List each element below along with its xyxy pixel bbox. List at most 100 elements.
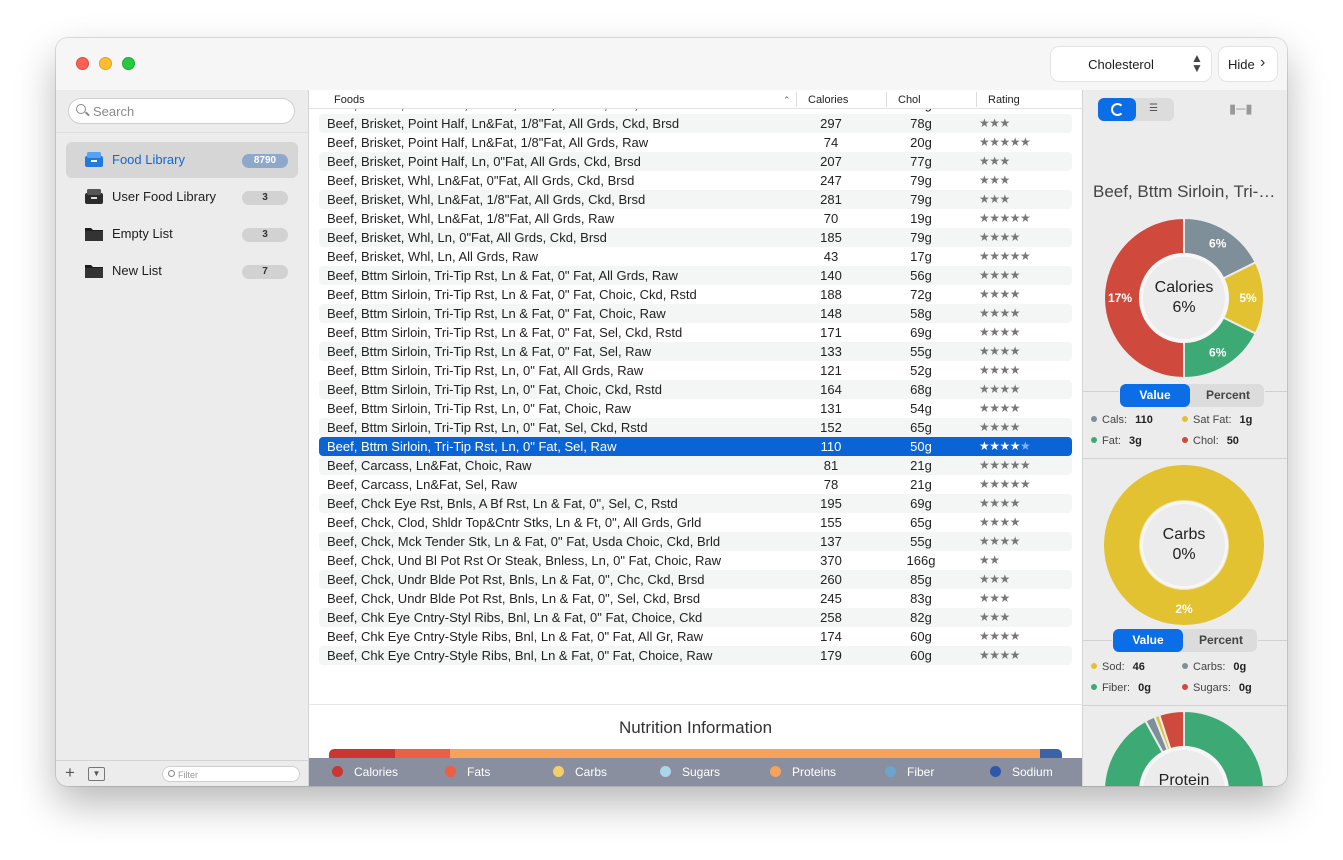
rating-stars[interactable]: ★★★★★: [979, 458, 1031, 472]
calories-percent-button[interactable]: Percent: [1192, 384, 1264, 407]
hide-detail-button[interactable]: Hide ›: [1219, 47, 1277, 81]
stat-swatch: [1091, 684, 1097, 690]
sidebar-item-label: New List: [112, 263, 162, 278]
table-row[interactable]: Beef, Carcass, Ln&Fat, Sel, Raw 78 21g ★★★★…: [319, 475, 1072, 494]
table-row[interactable]: Beef, Chck, Und Bl Pot Rst Or Steak, Bnl…: [319, 551, 1072, 570]
table-row[interactable]: Beef, Bttm Sirloin, Tri-Tip Rst, Ln, 0" …: [319, 437, 1072, 456]
minimize-window-button[interactable]: [99, 57, 112, 70]
rating-stars[interactable]: ★★★: [979, 116, 1010, 130]
rating-stars[interactable]: ★★★★: [979, 382, 1021, 396]
sidebar-item-empty-list[interactable]: Empty List 3: [66, 216, 298, 252]
table-row[interactable]: Beef, Bttm Sirloin, Tri-Tip Rst, Ln & Fa…: [319, 342, 1072, 361]
table-row[interactable]: Beef, Bttm Sirloin, Tri-Tip Rst, Ln, 0" …: [319, 361, 1072, 380]
rating-stars[interactable]: ★★★: [979, 572, 1010, 586]
carbs-percent-button[interactable]: Percent: [1185, 629, 1257, 652]
add-list-button[interactable]: +: [65, 763, 75, 783]
donut-center-title: Carbs: [1162, 526, 1206, 543]
table-row[interactable]: Beef, Chck, Undr Blde Pot Rst, Bnls, Ln …: [319, 570, 1072, 589]
stat-item: Sat Fat: 1g: [1182, 414, 1252, 426]
rating-stars[interactable]: ★★★★: [979, 629, 1021, 643]
rating-stars[interactable]: ★★: [979, 109, 1000, 111]
carbs-value-button[interactable]: Value: [1113, 629, 1183, 652]
table-row[interactable]: Beef, Bttm Sirloin, Tri-Tip Rst, Ln & Fa…: [319, 323, 1072, 342]
rating-stars[interactable]: ★★★★: [979, 496, 1021, 510]
rating-stars[interactable]: ★★★★★: [979, 439, 1031, 453]
table-row[interactable]: Beef, Brisket, Whl, Ln, All Grds, Raw 43 1…: [319, 247, 1072, 266]
column-header-rating[interactable]: Rating: [988, 94, 1020, 106]
table-row[interactable]: Beef, Brisket, Whl, Ln&Fat, 0"Fat, All G…: [319, 171, 1072, 190]
rating-stars[interactable]: ★★: [979, 553, 1000, 567]
rating-stars[interactable]: ★★★★: [979, 325, 1021, 339]
dumbbell-icon[interactable]: ▮─▮: [1229, 101, 1253, 117]
table-row[interactable]: Beef, Chk Eye Cntry-Style Ribs, Bnl, Ln …: [319, 627, 1072, 646]
rating-stars[interactable]: ★★★★: [979, 515, 1021, 529]
table-row[interactable]: Beef, Brisket, Whl, Ln&Fat, 1/8"Fat, All…: [319, 209, 1072, 228]
sidebar-item-new-list[interactable]: New List 7: [66, 253, 298, 289]
table-row[interactable]: Beef, Brisket, Point Half, Ln&Fat, 1/8"F…: [319, 133, 1072, 152]
rating-stars[interactable]: ★★★★: [979, 420, 1021, 434]
food-table-body[interactable]: Beef, Brisket, Point Half, Ln&Fat, 0"Fat…: [309, 109, 1082, 668]
rating-stars[interactable]: ★★★★: [979, 648, 1021, 662]
table-row[interactable]: Beef, Brisket, Point Half, Ln, 0"Fat, Al…: [319, 152, 1072, 171]
rating-stars[interactable]: ★★★★: [979, 268, 1021, 282]
rating-stars[interactable]: ★★★: [979, 192, 1010, 206]
table-row[interactable]: Beef, Chk Eye Cntry-Style Ribs, Bnl, Ln …: [319, 646, 1072, 665]
table-row[interactable]: Beef, Bttm Sirloin, Tri-Tip Rst, Ln, 0" …: [319, 399, 1072, 418]
close-window-button[interactable]: [76, 57, 89, 70]
table-row[interactable]: Beef, Carcass, Ln&Fat, Choic, Raw 81 21g ★★…: [319, 456, 1072, 475]
column-header-foods[interactable]: Foods: [334, 94, 365, 106]
rating-stars[interactable]: ★★★★: [979, 534, 1021, 548]
rating-stars[interactable]: ★★★★: [979, 287, 1021, 301]
rating-stars[interactable]: ★★★★: [979, 363, 1021, 377]
rating-stars[interactable]: ★★★★: [979, 344, 1021, 358]
calories-cell: 281: [820, 192, 842, 207]
rating-stars[interactable]: ★★★★★: [979, 477, 1031, 491]
stat-swatch: [1182, 437, 1188, 443]
nutrient-selector[interactable]: Cholesterol ▲ ▼: [1051, 47, 1211, 81]
list-actions-menu-button[interactable]: ▼: [88, 767, 105, 781]
rating-stars[interactable]: ★★★★: [979, 401, 1021, 415]
table-row[interactable]: Beef, Chck, Mck Tender Stk, Ln & Fat, 0"…: [319, 532, 1072, 551]
table-row[interactable]: Beef, Brisket, Point Half, Ln&Fat, 1/8"F…: [319, 114, 1072, 133]
column-header-calories[interactable]: Calories: [808, 94, 848, 106]
rating-stars[interactable]: ★★★: [979, 154, 1010, 168]
sidebar-item-food-library[interactable]: Food Library 8790: [66, 142, 298, 178]
rating-stars[interactable]: ★★★★★: [979, 249, 1031, 263]
sidebar-item-user-food-library[interactable]: User Food Library 3: [66, 179, 298, 215]
table-row[interactable]: Beef, Bttm Sirloin, Tri-Tip Rst, Ln & Fa…: [319, 266, 1072, 285]
table-row[interactable]: Beef, Chck, Undr Blde Pot Rst, Bnls, Ln …: [319, 589, 1072, 608]
table-row[interactable]: Beef, Bttm Sirloin, Tri-Tip Rst, Ln & Fa…: [319, 304, 1072, 323]
chart-view-button[interactable]: [1098, 98, 1136, 121]
rating-stars[interactable]: ★★★★★: [979, 135, 1031, 149]
table-row[interactable]: Beef, Brisket, Whl, Ln&Fat, 1/8"Fat, All…: [319, 190, 1072, 209]
rating-stars[interactable]: ★★★★: [979, 306, 1021, 320]
calories-cell: 137: [820, 534, 842, 549]
table-row[interactable]: Beef, Chk Eye Cntry-Styl Ribs, Bnl, Ln &…: [319, 608, 1072, 627]
column-header-chol[interactable]: Chol: [898, 94, 921, 106]
table-row[interactable]: Beef, Brisket, Whl, Ln, 0"Fat, All Grds,…: [319, 228, 1072, 247]
search-input[interactable]: [93, 102, 288, 120]
rating-stars[interactable]: ★★★★★: [979, 211, 1031, 225]
calories-cell: 370: [820, 553, 842, 568]
sidebar-filter[interactable]: [162, 766, 300, 782]
food-name-cell: Beef, Chck, Undr Blde Pot Rst, Bnls, Ln …: [327, 572, 705, 587]
calories-value-button[interactable]: Value: [1120, 384, 1190, 407]
food-name-cell: Beef, Chck Eye Rst, Bnls, A Bf Rst, Ln &…: [327, 496, 678, 511]
table-row[interactable]: Beef, Bttm Sirloin, Tri-Tip Rst, Ln, 0" …: [319, 418, 1072, 437]
rating-stars[interactable]: ★★★: [979, 591, 1010, 605]
rating-stars[interactable]: ★★★: [979, 610, 1010, 624]
table-row[interactable]: Beef, Bttm Sirloin, Tri-Tip Rst, Ln & Fa…: [319, 285, 1072, 304]
chol-cell: 72g: [910, 287, 932, 302]
rating-stars[interactable]: ★★★: [979, 173, 1010, 187]
filter-input[interactable]: [178, 768, 293, 781]
list-view-button[interactable]: ☰: [1136, 98, 1174, 121]
sidebar-item-label: Empty List: [112, 226, 173, 241]
table-row[interactable]: Beef, Chck, Clod, Shldr Top&Cntr Stks, L…: [319, 513, 1072, 532]
table-row[interactable]: Beef, Chck Eye Rst, Bnls, A Bf Rst, Ln &…: [319, 494, 1072, 513]
stat-label: Sod:: [1102, 661, 1125, 673]
zoom-window-button[interactable]: [122, 57, 135, 70]
sidebar-search[interactable]: [68, 98, 295, 124]
count-badge: 3: [242, 228, 288, 242]
table-row[interactable]: Beef, Bttm Sirloin, Tri-Tip Rst, Ln, 0" …: [319, 380, 1072, 399]
rating-stars[interactable]: ★★★★: [979, 230, 1021, 244]
